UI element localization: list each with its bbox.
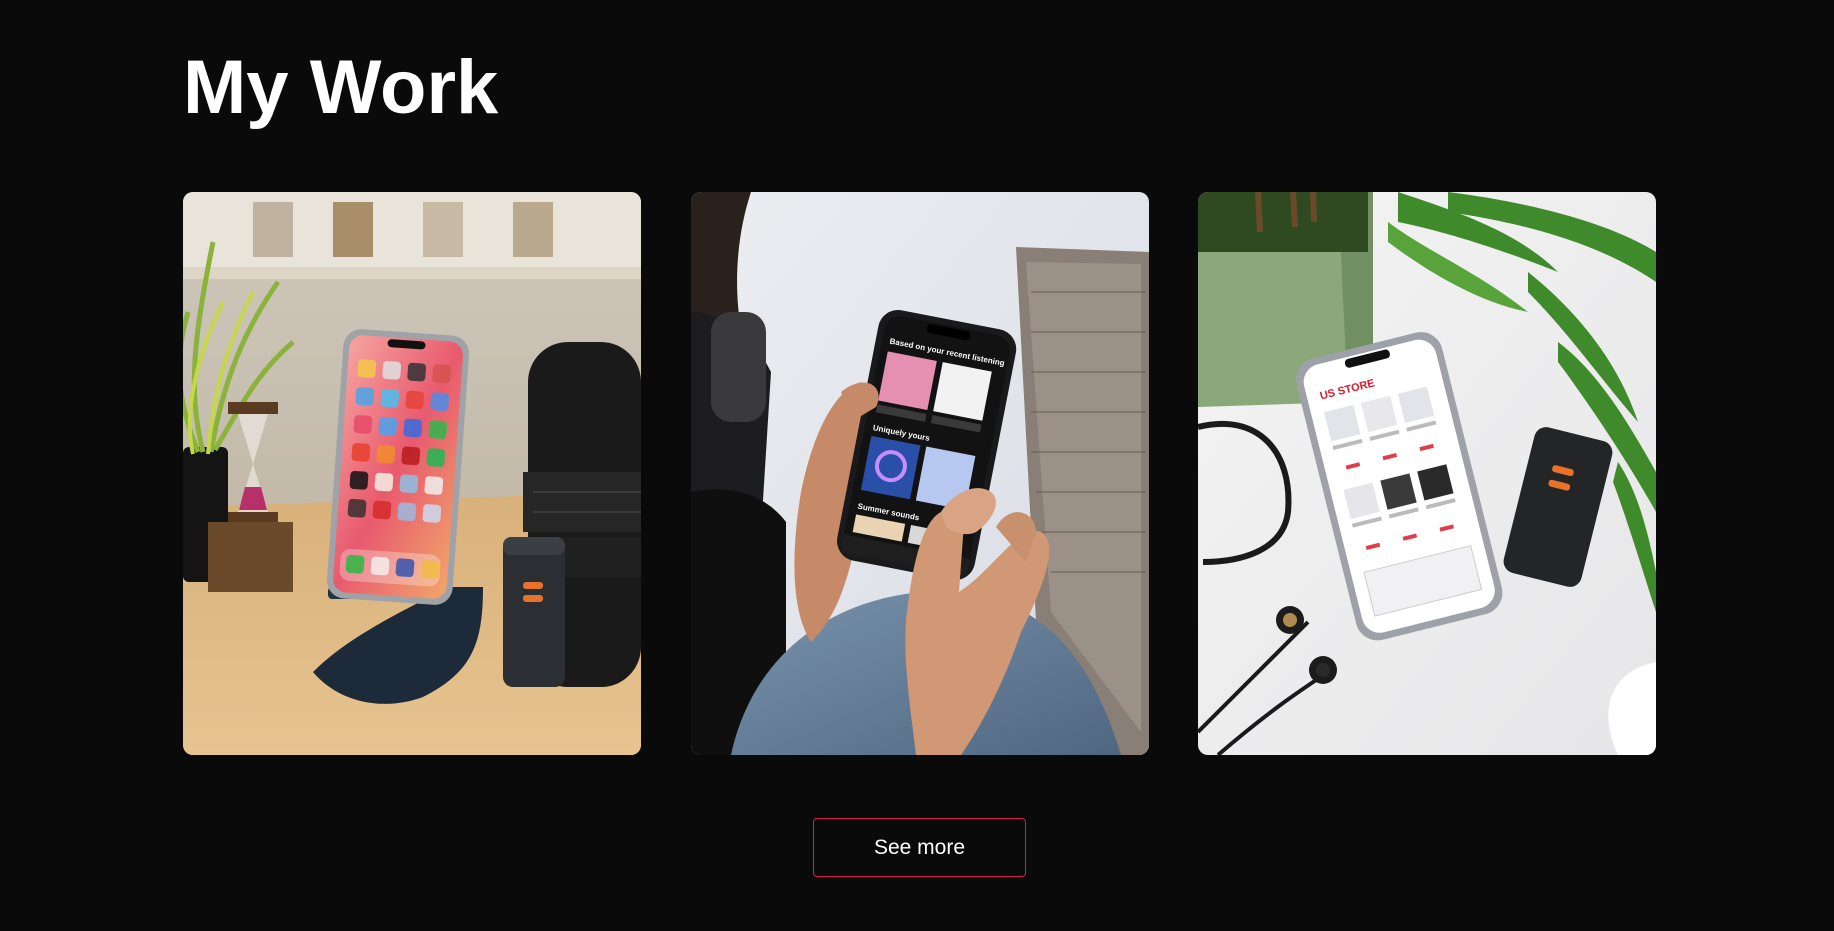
project-image-hands-holding-phone: Based on your recent listening Uniquely … — [691, 192, 1149, 755]
project-card-3[interactable]: US STORE — [1198, 192, 1656, 755]
section-title: My Work — [183, 45, 499, 130]
project-image-phone-on-table: US STORE — [1198, 192, 1656, 755]
project-gallery: Based on your recent listening Uniquely … — [183, 192, 1657, 755]
project-image-phone-on-stand — [183, 192, 641, 755]
see-more-button[interactable]: See more — [813, 818, 1026, 877]
project-card-1[interactable] — [183, 192, 641, 755]
project-card-2[interactable]: Based on your recent listening Uniquely … — [691, 192, 1149, 755]
